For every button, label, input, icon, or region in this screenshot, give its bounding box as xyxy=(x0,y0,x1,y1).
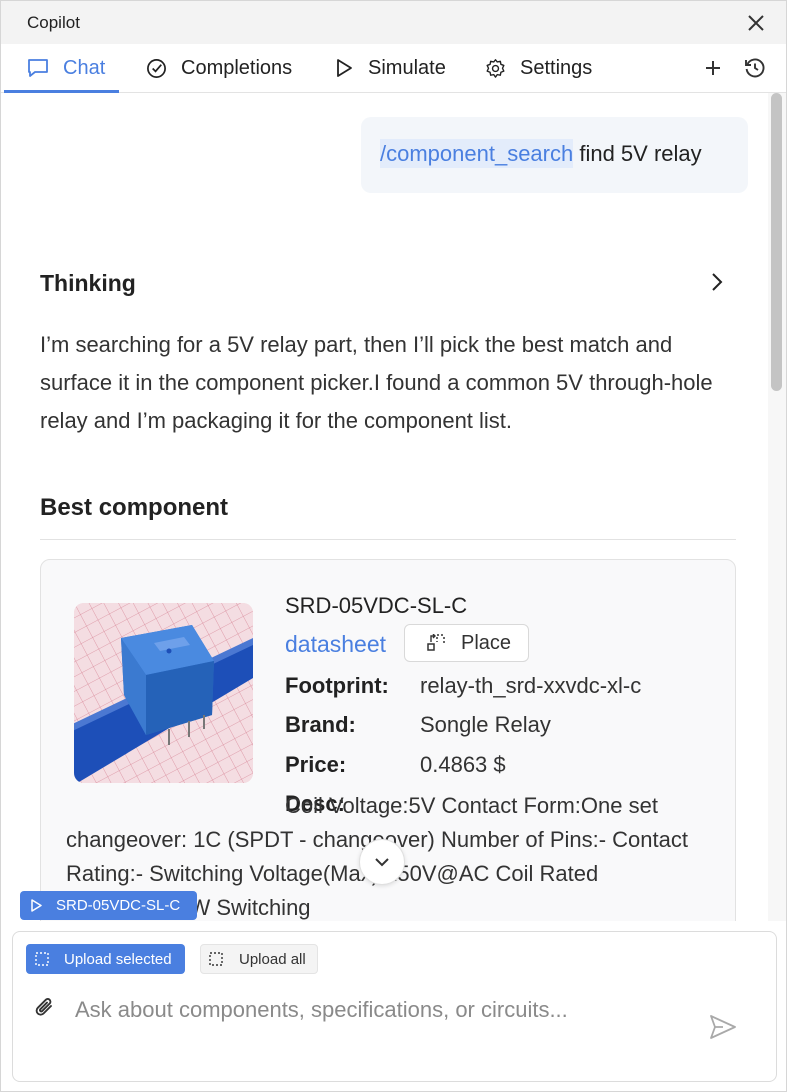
composer: Upload selected Upload all xyxy=(12,931,777,1082)
tab-simulate-label: Simulate xyxy=(368,56,446,79)
datasheet-link[interactable]: datasheet xyxy=(285,631,386,658)
plus-icon[interactable] xyxy=(701,56,725,80)
place-button[interactable]: Place xyxy=(404,624,529,662)
chevron-right-icon[interactable] xyxy=(707,271,727,293)
place-icon xyxy=(427,634,445,651)
relay-image xyxy=(74,603,253,783)
chevron-down-icon xyxy=(375,858,389,867)
prompt-input[interactable] xyxy=(75,990,695,1030)
tab-settings-label: Settings xyxy=(520,56,593,79)
upload-all-button[interactable]: Upload all xyxy=(200,944,318,974)
title-bar: Copilot xyxy=(1,1,786,44)
price-value: 0.4863 $ xyxy=(420,752,506,777)
chip-label: SRD-05VDC-SL-C xyxy=(56,897,181,914)
send-icon[interactable] xyxy=(709,1014,737,1040)
close-icon[interactable] xyxy=(744,11,768,35)
tab-completions-label: Completions xyxy=(181,56,293,79)
selected-component-chip[interactable]: SRD-05VDC-SL-C xyxy=(20,891,197,920)
check-circle-icon xyxy=(147,58,166,78)
best-component-title: Best component xyxy=(40,494,229,521)
copilot-window: Copilot Chat Completions Simulate Settin… xyxy=(0,0,787,1092)
thinking-text: I’m searching for a 5V relay part, then … xyxy=(40,332,713,433)
upload-selected-button[interactable]: Upload selected xyxy=(26,944,185,974)
place-button-label: Place xyxy=(461,631,512,654)
divider xyxy=(40,539,736,540)
brand-value: Songle Relay xyxy=(420,712,551,737)
tab-chat[interactable]: Chat xyxy=(3,44,120,93)
paperclip-icon[interactable] xyxy=(34,995,56,1019)
user-message: /component_search find 5V relay xyxy=(361,117,748,193)
upload-all-label: Upload all xyxy=(239,950,306,968)
chat-messages: /component_search find 5V relay Thinking… xyxy=(1,93,786,921)
tab-simulate[interactable]: Simulate xyxy=(334,44,446,92)
tab-completions[interactable]: Completions xyxy=(146,44,292,92)
slash-command: /component_search xyxy=(380,139,574,168)
brand-label: Brand: xyxy=(285,712,356,737)
user-message-text: find 5V relay xyxy=(573,141,702,166)
scroll-down-button[interactable] xyxy=(359,839,405,885)
footprint-value: relay-th_srd-xxvdc-xl-c xyxy=(420,673,642,698)
window-title: Copilot xyxy=(27,13,80,32)
tab-chat-label: Chat xyxy=(63,56,106,79)
selection-icon xyxy=(35,952,49,966)
history-icon[interactable] xyxy=(743,56,767,80)
gear-icon xyxy=(486,58,505,78)
chat-bubble-icon xyxy=(28,59,48,77)
tab-bar: Chat Completions Simulate Settings xyxy=(1,44,786,93)
footprint-label: Footprint: xyxy=(285,673,389,698)
play-icon xyxy=(31,899,42,912)
selection-icon xyxy=(209,952,223,966)
thinking-title: Thinking xyxy=(40,270,136,296)
tab-settings[interactable]: Settings xyxy=(485,44,592,92)
play-icon xyxy=(337,59,352,77)
upload-selected-label: Upload selected xyxy=(64,950,172,968)
part-number: SRD-05VDC-SL-C xyxy=(285,593,468,618)
price-label: Price: xyxy=(285,752,347,777)
